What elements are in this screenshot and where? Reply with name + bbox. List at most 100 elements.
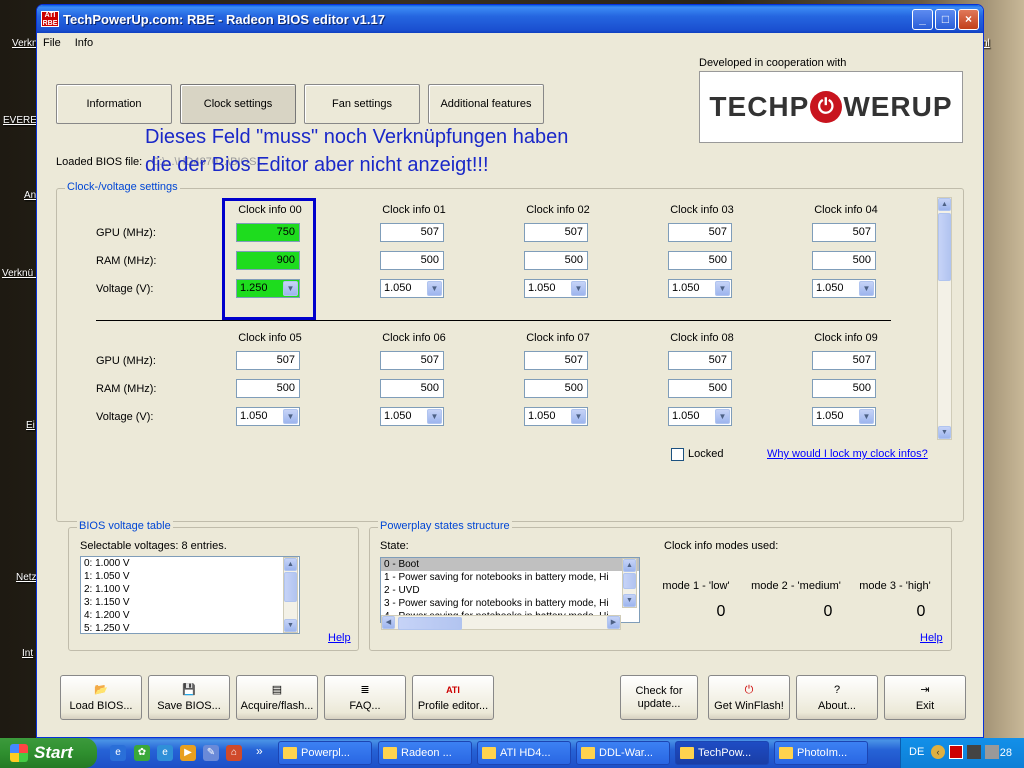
gpu-clock-field[interactable]: 507: [380, 223, 444, 242]
chevron-down-icon[interactable]: ▼: [427, 281, 442, 296]
taskbar-button[interactable]: TechPow...: [675, 741, 769, 765]
powerplay-help-link[interactable]: Help: [920, 632, 943, 644]
scroll-right-icon[interactable]: ▶: [607, 616, 620, 629]
lock-info-link[interactable]: Why would I lock my clock infos?: [767, 448, 928, 460]
media-player-icon[interactable]: ▶: [180, 745, 196, 761]
messenger-icon[interactable]: ✿: [134, 745, 150, 761]
voltage-select[interactable]: 1.050 ▼: [668, 407, 732, 426]
locked-checkbox[interactable]: [671, 448, 684, 461]
ram-clock-field[interactable]: 500: [668, 379, 732, 398]
powerplay-state-item[interactable]: 3 - Power saving for notebooks in batter…: [381, 597, 639, 610]
save-bios-button[interactable]: 💾 Save BIOS...: [148, 675, 230, 720]
scroll-up-icon[interactable]: ▲: [938, 198, 951, 211]
gpu-clock-field[interactable]: 507: [380, 351, 444, 370]
gpu-clock-field[interactable]: 507: [668, 351, 732, 370]
scroll-up-icon[interactable]: ▲: [284, 558, 297, 571]
check-update-button[interactable]: Check for update...: [620, 675, 698, 720]
taskbar-button[interactable]: DDL-War...: [576, 741, 670, 765]
title-bar[interactable]: ATI RBE TechPowerUp.com: RBE - Radeon BI…: [37, 5, 983, 33]
voltage-select[interactable]: 1.050 ▼: [236, 407, 300, 426]
voltage-list-item[interactable]: 5: 1.250 V: [81, 622, 299, 633]
ram-clock-field[interactable]: 500: [524, 379, 588, 398]
voltage-list-item[interactable]: 4: 1.200 V: [81, 609, 299, 622]
voltage-select[interactable]: 1.050 ▼: [668, 279, 732, 298]
desktop-icon-label[interactable]: An: [24, 190, 36, 201]
exit-button[interactable]: ⇥ Exit: [884, 675, 966, 720]
tab-information[interactable]: Information: [56, 84, 172, 124]
scroll-left-icon[interactable]: ◀: [382, 616, 395, 629]
ram-clock-field[interactable]: 500: [380, 251, 444, 270]
voltage-list-item[interactable]: 3: 1.150 V: [81, 596, 299, 609]
ie-icon[interactable]: e: [110, 745, 126, 761]
gpu-clock-field[interactable]: 507: [812, 223, 876, 242]
gpu-clock-field[interactable]: 507: [668, 223, 732, 242]
voltage-help-link[interactable]: Help: [328, 632, 351, 644]
voltage-select[interactable]: 1.050 ▼: [524, 407, 588, 426]
profile-editor-button[interactable]: ATI Profile editor...: [412, 675, 494, 720]
acquire-flash-button[interactable]: ▤ Acquire/flash...: [236, 675, 318, 720]
chevron-down-icon[interactable]: ▼: [571, 409, 586, 424]
powerplay-state-item[interactable]: 2 - UVD: [381, 584, 639, 597]
load-bios-button[interactable]: 📂 Load BIOS...: [60, 675, 142, 720]
techpowerup-logo[interactable]: TECHP ⏻ WERUP: [699, 71, 963, 143]
ram-clock-field[interactable]: 500: [812, 251, 876, 270]
voltage-list[interactable]: 0: 1.000 V 1: 1.050 V 2: 1.100 V 3: 1.150 V…: [80, 556, 300, 634]
start-button[interactable]: Start: [0, 738, 97, 768]
desktop-icon-label[interactable]: Verkn: [12, 38, 38, 49]
gpu-clock-field[interactable]: 507: [812, 351, 876, 370]
chevron-right-icon[interactable]: »: [256, 744, 263, 758]
language-indicator[interactable]: DE: [909, 746, 924, 758]
minimize-button[interactable]: _: [912, 8, 933, 30]
tab-fan-settings[interactable]: Fan settings: [304, 84, 420, 124]
faq-button[interactable]: ≣ FAQ...: [324, 675, 406, 720]
voltage-list-scrollbar[interactable]: ▲ ▼: [283, 557, 298, 633]
app-quicklaunch-icon[interactable]: ⌂: [226, 745, 242, 761]
scroll-down-icon[interactable]: ▼: [284, 619, 297, 632]
desktop-icon-label[interactable]: Ei: [26, 420, 35, 431]
menu-info[interactable]: Info: [75, 37, 93, 49]
desktop-icon-label[interactable]: Netz: [16, 572, 37, 583]
voltage-select[interactable]: 1.050 ▼: [812, 279, 876, 298]
scroll-down-icon[interactable]: ▼: [938, 426, 951, 439]
scroll-thumb[interactable]: [938, 213, 951, 281]
taskbar-button[interactable]: Powerpl...: [278, 741, 372, 765]
chevron-down-icon[interactable]: ▼: [715, 281, 730, 296]
voltage-select[interactable]: 1.050 ▼: [380, 407, 444, 426]
voltage-select[interactable]: 1.050 ▼: [524, 279, 588, 298]
scroll-thumb[interactable]: [284, 572, 297, 602]
voltage-list-item[interactable]: 2: 1.100 V: [81, 583, 299, 596]
gpu-clock-field[interactable]: 507: [236, 351, 300, 370]
scroll-down-icon[interactable]: ▼: [623, 594, 636, 607]
voltage-select[interactable]: 1.050 ▼: [812, 407, 876, 426]
tab-clock-settings[interactable]: Clock settings: [180, 84, 296, 124]
taskbar-button[interactable]: PhotoIm...: [774, 741, 868, 765]
chevron-down-icon[interactable]: ▼: [715, 409, 730, 424]
notepad-icon[interactable]: ✎: [203, 745, 219, 761]
chevron-down-icon[interactable]: ▼: [859, 281, 874, 296]
ram-clock-field[interactable]: 500: [668, 251, 732, 270]
ram-clock-field[interactable]: 500: [524, 251, 588, 270]
ram-clock-field[interactable]: 500: [812, 379, 876, 398]
close-button[interactable]: ×: [958, 8, 979, 30]
gpu-clock-field[interactable]: 507: [524, 223, 588, 242]
powerplay-state-list[interactable]: 0 - Boot 1 - Power saving for notebooks i…: [380, 557, 640, 623]
menu-file[interactable]: File: [43, 37, 61, 49]
chevron-down-icon[interactable]: ▼: [427, 409, 442, 424]
taskbar-button[interactable]: ATI HD4...: [477, 741, 571, 765]
ram-clock-field[interactable]: 500: [236, 379, 300, 398]
chevron-down-icon[interactable]: ▼: [283, 409, 298, 424]
get-winflash-button[interactable]: ⏻ Get WinFlash!: [708, 675, 790, 720]
maximize-button[interactable]: □: [935, 8, 956, 30]
chevron-down-icon[interactable]: ▼: [571, 281, 586, 296]
powerplay-vscrollbar[interactable]: ▲ ▼: [622, 558, 637, 608]
voltage-list-item[interactable]: 1: 1.050 V: [81, 570, 299, 583]
browser-icon[interactable]: e: [157, 745, 173, 761]
network-icon[interactable]: [985, 745, 999, 759]
powerplay-state-item[interactable]: 1 - Power saving for notebooks in batter…: [381, 571, 639, 584]
ati-tray-icon[interactable]: [949, 745, 963, 759]
chevron-down-icon[interactable]: ▼: [859, 409, 874, 424]
ram-clock-field[interactable]: 500: [380, 379, 444, 398]
taskbar-button[interactable]: Radeon ...: [378, 741, 472, 765]
scroll-up-icon[interactable]: ▲: [623, 559, 636, 572]
scroll-thumb[interactable]: [623, 573, 636, 589]
